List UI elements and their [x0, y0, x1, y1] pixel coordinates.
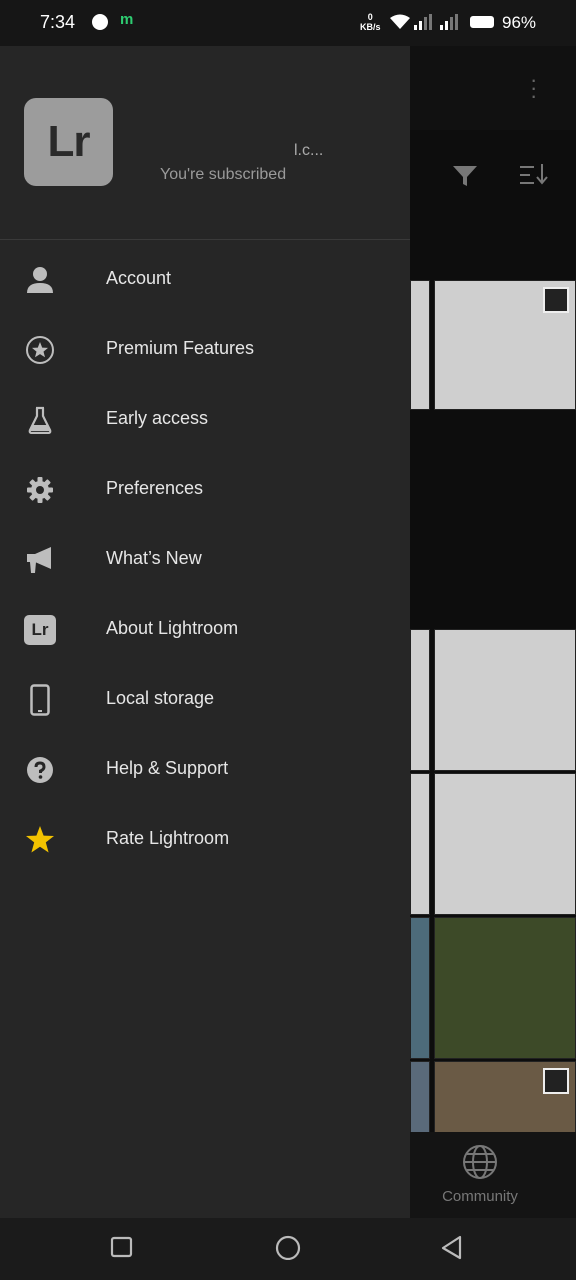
- home-button[interactable]: [275, 1234, 301, 1260]
- drawer-header: Lr l.c... You're subscribed: [0, 46, 410, 240]
- network-speed: 0 KB/s: [360, 12, 381, 32]
- system-nav-bar: [0, 1218, 576, 1280]
- filter-icon[interactable]: [452, 164, 478, 188]
- photo-thumbnail[interactable]: [434, 773, 576, 915]
- photo-thumbnail[interactable]: [410, 629, 430, 771]
- lightroom-logo: Lr: [24, 98, 113, 186]
- battery-icon: [470, 16, 494, 28]
- video-icon: [543, 1068, 569, 1094]
- globe-icon: [463, 1145, 497, 1179]
- wifi-icon: [390, 14, 410, 29]
- phone-icon: [24, 684, 56, 716]
- navigation-drawer: Lr l.c... You're subscribed Account Prem…: [0, 46, 410, 1218]
- help-icon: [24, 754, 56, 786]
- menu-item-help-support[interactable]: Help & Support: [0, 736, 410, 806]
- photo-thumbnail[interactable]: [434, 629, 576, 771]
- more-options-icon[interactable]: · · ·: [530, 69, 540, 107]
- sort-icon[interactable]: [520, 164, 548, 186]
- star-circle-icon: [24, 334, 56, 366]
- menu-item-label: Preferences: [106, 478, 204, 498]
- menu-item-label: What’s New: [106, 548, 202, 568]
- signal-icon: [414, 14, 432, 30]
- signal-icon: [440, 14, 458, 30]
- lr-badge-icon: Lr: [24, 614, 56, 646]
- menu-item-local-storage[interactable]: Local storage: [0, 666, 410, 736]
- subscription-status: You're subscribed: [160, 166, 287, 183]
- menu-item-label: Local storage: [106, 688, 215, 708]
- menu-item-label: Early access: [106, 408, 209, 428]
- back-button[interactable]: [440, 1234, 464, 1260]
- menu-item-label: Premium Features: [106, 338, 255, 358]
- menu-item-label: Help & Support: [106, 758, 229, 778]
- username: l.c...: [294, 142, 324, 159]
- menu-item-whats-new[interactable]: What’s New: [0, 526, 410, 596]
- menu-item-preferences[interactable]: Preferences: [0, 456, 410, 526]
- megaphone-icon: [24, 544, 56, 576]
- photo-thumbnail[interactable]: [434, 1061, 576, 1135]
- recents-button[interactable]: [110, 1234, 134, 1258]
- menu-item-label: About Lightroom: [106, 618, 239, 638]
- star-icon: [24, 824, 56, 856]
- bg-header: · · ·: [410, 46, 576, 130]
- menu-item-account[interactable]: Account: [0, 246, 410, 316]
- menu-item-about-lightroom[interactable]: Lr About Lightroom: [0, 596, 410, 666]
- battery-percent: 96%: [502, 13, 537, 32]
- status-bar: 7:34 m 0 KB/s 96%: [0, 0, 576, 46]
- menu-item-early-access[interactable]: Early access: [0, 386, 410, 456]
- photo-thumbnail[interactable]: [410, 1061, 430, 1135]
- video-icon: [543, 287, 569, 313]
- status-time: 7:34: [40, 12, 76, 32]
- person-icon: [24, 264, 56, 296]
- gear-icon: [24, 474, 56, 506]
- m-icon: m: [120, 11, 134, 28]
- community-label: Community: [442, 1188, 518, 1205]
- menu-item-rate-lightroom[interactable]: Rate Lightroom: [0, 806, 410, 876]
- menu-item-premium-features[interactable]: Premium Features: [0, 316, 410, 386]
- background-app: · · · Community: [410, 46, 576, 1218]
- flask-icon: [24, 404, 56, 436]
- menu-item-label: Account: [106, 268, 172, 288]
- messenger-icon: [92, 14, 108, 30]
- menu-item-label: Rate Lightroom: [106, 828, 230, 848]
- photo-thumbnail[interactable]: [410, 773, 430, 915]
- photo-thumbnail[interactable]: [434, 280, 576, 410]
- community-tab[interactable]: Community: [410, 1132, 576, 1218]
- photo-thumbnail[interactable]: [410, 917, 430, 1059]
- photo-thumbnail[interactable]: [434, 917, 576, 1059]
- photo-thumbnail[interactable]: [410, 280, 430, 410]
